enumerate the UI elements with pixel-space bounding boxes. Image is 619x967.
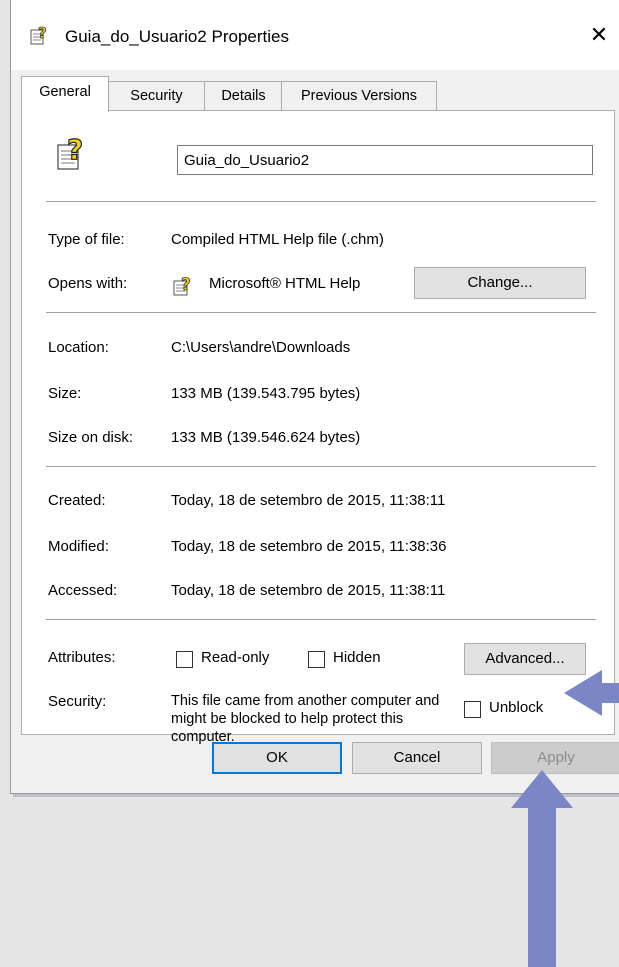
svg-text:?: ?	[67, 133, 83, 166]
hidden-label[interactable]: Hidden	[333, 649, 381, 666]
tab-general[interactable]: General	[21, 76, 109, 112]
arrow-pointing-unblock-icon	[564, 670, 619, 716]
cancel-button[interactable]: Cancel	[352, 742, 482, 774]
separator	[46, 201, 596, 202]
security-label: Security:	[48, 693, 107, 710]
unblock-label[interactable]: Unblock	[489, 699, 543, 716]
arrow-pointing-apply-icon	[511, 770, 573, 967]
size-value: 133 MB (139.543.795 bytes)	[171, 385, 361, 402]
chm-file-large-icon: ?	[57, 132, 84, 170]
location-value: C:\Users\andre\Downloads	[171, 339, 351, 356]
unblock-checkbox[interactable]	[464, 701, 481, 718]
separator	[46, 466, 596, 467]
svg-text:?: ?	[181, 275, 191, 295]
close-icon[interactable]: ✕	[581, 18, 617, 52]
read-only-checkbox[interactable]	[176, 651, 193, 668]
separator	[46, 312, 596, 313]
file-name-input[interactable]	[177, 145, 593, 175]
separator	[46, 619, 596, 620]
created-label: Created:	[48, 492, 106, 509]
size-label: Size:	[48, 385, 82, 402]
size-on-disk-value: 133 MB (139.546.624 bytes)	[171, 429, 361, 446]
change-button[interactable]: Change...	[414, 267, 586, 299]
tab-security[interactable]: Security	[107, 81, 206, 111]
properties-dialog: ? Guia_do_Usuario2 Properties ✕ General …	[10, 0, 619, 794]
created-value: Today, 18 de setembro de 2015, 11:38:11	[171, 492, 446, 509]
tab-details[interactable]: Details	[204, 81, 283, 111]
attributes-label: Attributes:	[48, 649, 116, 666]
modified-value: Today, 18 de setembro de 2015, 11:38:36	[171, 538, 447, 555]
size-on-disk-label: Size on disk:	[48, 429, 134, 446]
accessed-value: Today, 18 de setembro de 2015, 11:38:11	[171, 582, 446, 599]
opens-with-label: Opens with:	[48, 275, 128, 292]
title-bar: ? Guia_do_Usuario2 Properties ✕	[11, 0, 619, 70]
general-panel: ? Type of file: Compiled HTML Help file …	[21, 110, 615, 745]
svg-text:?: ?	[38, 24, 47, 42]
hidden-checkbox[interactable]	[308, 651, 325, 668]
type-label: Type of file:	[48, 231, 125, 248]
opens-with-value: Microsoft® HTML Help	[209, 275, 361, 292]
security-message: This file came from another computer and…	[171, 693, 440, 745]
tab-previous-versions[interactable]: Previous Versions	[281, 81, 437, 111]
modified-label: Modified:	[48, 538, 109, 555]
read-only-label[interactable]: Read-only	[201, 649, 269, 666]
accessed-label: Accessed:	[48, 582, 118, 599]
type-value: Compiled HTML Help file (.chm)	[171, 231, 384, 248]
chm-file-icon: ?	[30, 24, 47, 45]
ok-button[interactable]: OK	[212, 742, 342, 774]
location-label: Location:	[48, 339, 109, 356]
html-help-icon: ?	[173, 275, 191, 296]
window-title: Guia_do_Usuario2 Properties	[65, 27, 289, 46]
